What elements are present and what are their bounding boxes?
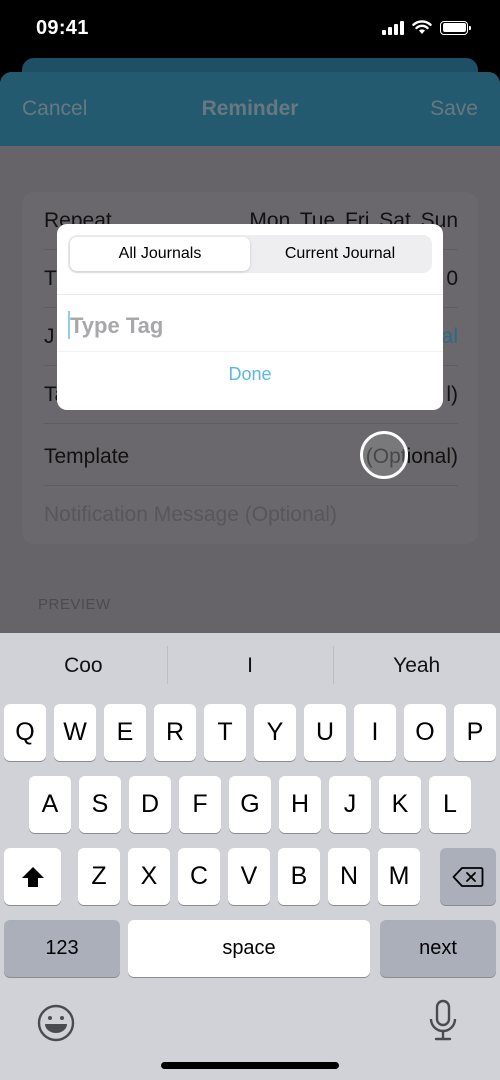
next-key[interactable]: next	[380, 920, 496, 977]
key-p[interactable]: P	[454, 704, 496, 761]
status-bar: 09:41	[0, 0, 500, 60]
key-x[interactable]: X	[128, 848, 170, 905]
microphone-icon[interactable]	[426, 999, 460, 1045]
key-l[interactable]: L	[429, 776, 471, 833]
suggestion-1[interactable]: Coo	[0, 654, 167, 678]
key-a[interactable]: A	[29, 776, 71, 833]
key-t[interactable]: T	[204, 704, 246, 761]
key-w[interactable]: W	[54, 704, 96, 761]
notification-message-field[interactable]: Notification Message (Optional)	[44, 486, 458, 544]
time-label: T	[44, 266, 57, 290]
tag-value: l)	[446, 382, 458, 406]
home-indicator	[161, 1062, 339, 1069]
space-key[interactable]: space	[128, 920, 370, 977]
key-j[interactable]: J	[329, 776, 371, 833]
shift-icon	[21, 866, 44, 887]
touch-indicator	[360, 431, 408, 479]
segment-all-journals[interactable]: All Journals	[70, 237, 250, 271]
key-u[interactable]: U	[304, 704, 346, 761]
key-q[interactable]: Q	[4, 704, 46, 761]
key-k[interactable]: K	[379, 776, 421, 833]
key-d[interactable]: D	[129, 776, 171, 833]
key-c[interactable]: C	[178, 848, 220, 905]
key-g[interactable]: G	[229, 776, 271, 833]
page-title: Reminder	[201, 97, 299, 120]
key-f[interactable]: F	[179, 776, 221, 833]
delete-key[interactable]	[440, 848, 496, 905]
done-button[interactable]: Done	[57, 364, 443, 385]
shift-key[interactable]	[4, 848, 61, 905]
journal-label: J	[44, 324, 55, 348]
key-e[interactable]: E	[104, 704, 146, 761]
suggestion-3[interactable]: Yeah	[333, 646, 500, 684]
key-s[interactable]: S	[79, 776, 121, 833]
tag-input[interactable]	[68, 306, 398, 346]
key-n[interactable]: N	[328, 848, 370, 905]
tag-dialog: All Journals Current Journal Done	[57, 224, 443, 410]
key-r[interactable]: R	[154, 704, 196, 761]
key-y[interactable]: Y	[254, 704, 296, 761]
key-i[interactable]: I	[354, 704, 396, 761]
predictive-bar: Coo I Yeah	[0, 633, 500, 699]
preview-section-header: PREVIEW	[38, 596, 111, 613]
key-h[interactable]: H	[279, 776, 321, 833]
key-b[interactable]: B	[278, 848, 320, 905]
dialog-divider	[57, 294, 443, 295]
navigation-bar: Cancel Reminder Save	[0, 72, 500, 146]
cellular-signal-icon	[382, 20, 404, 35]
journal-scope-segmented-control: All Journals Current Journal	[68, 235, 432, 273]
journal-value: al	[441, 324, 458, 348]
template-label: Template	[44, 444, 130, 468]
key-v[interactable]: V	[228, 848, 270, 905]
segment-current-journal[interactable]: Current Journal	[250, 237, 430, 271]
status-icons	[382, 20, 471, 35]
save-button[interactable]: Save	[430, 97, 478, 121]
input-divider	[57, 351, 443, 352]
notification-message-placeholder: Notification Message (Optional)	[44, 503, 337, 526]
battery-icon	[440, 20, 471, 35]
numbers-key[interactable]: 123	[4, 920, 120, 977]
keyboard: Coo I Yeah QWERTYUIOP ASDFGHJKL ZXCVBNM …	[0, 633, 500, 1080]
emoji-icon[interactable]	[36, 1003, 76, 1043]
key-z[interactable]: Z	[78, 848, 120, 905]
suggestion-2[interactable]: I	[166, 646, 334, 684]
keyboard-bottom-bar	[0, 993, 500, 1053]
status-time: 09:41	[36, 17, 89, 39]
key-m[interactable]: M	[378, 848, 420, 905]
delete-backward-icon	[452, 866, 484, 887]
text-cursor	[68, 311, 70, 339]
key-o[interactable]: O	[404, 704, 446, 761]
wifi-icon	[412, 20, 432, 34]
time-value: 0	[446, 266, 458, 290]
